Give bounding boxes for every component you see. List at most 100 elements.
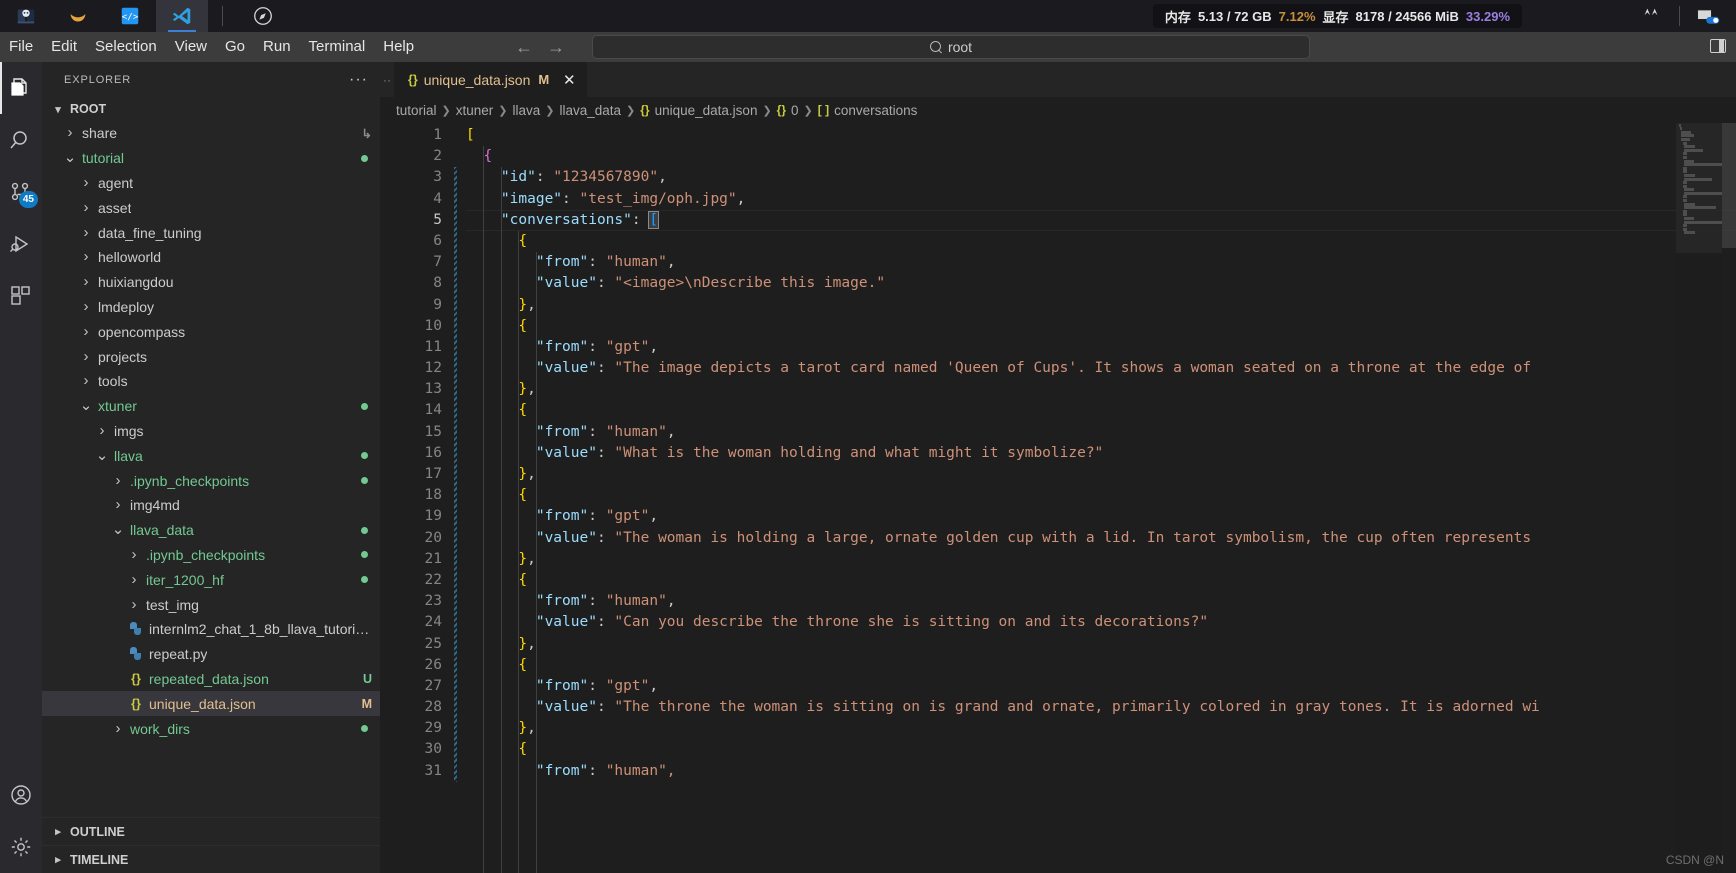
explorer-root-section[interactable]: ▾ ROOT	[42, 97, 380, 121]
app-icon-moon[interactable]	[52, 0, 104, 32]
breadcrumb-segment[interactable]: llava	[513, 103, 541, 118]
tree-item-asset[interactable]: › asset	[42, 195, 380, 220]
outline-section-header[interactable]: ▸ OUTLINE	[42, 817, 380, 845]
tree-item-tools[interactable]: › tools	[42, 369, 380, 394]
breadcrumb-segment[interactable]: llava_data	[559, 103, 621, 118]
code-line[interactable]: "from": "human",	[466, 761, 1736, 782]
code-line[interactable]: "value": "Can you describe the throne sh…	[466, 612, 1736, 633]
tree-item-projects[interactable]: › projects	[42, 344, 380, 369]
code-line[interactable]: {	[466, 570, 1736, 591]
sidebar-item-extensions[interactable]	[0, 270, 42, 322]
code-line[interactable]: "conversations": [	[466, 209, 1736, 231]
tree-item-imgs[interactable]: › imgs	[42, 419, 380, 444]
code-line[interactable]: },	[466, 295, 1736, 316]
tree-item-helloworld[interactable]: › helloworld	[42, 245, 380, 270]
code-line[interactable]: "value": "The image depicts a tarot card…	[466, 358, 1736, 379]
tree-item-agent[interactable]: › agent	[42, 171, 380, 196]
breadcrumb-segment[interactable]: xtuner	[456, 103, 494, 118]
sidebar-item-search[interactable]	[0, 114, 42, 166]
code-line[interactable]: "from": "human",	[466, 252, 1736, 273]
tree-item-lmdeploy[interactable]: › lmdeploy	[42, 295, 380, 320]
code-editor[interactable]: 1 2 3 4 5 6 7 8 9 10 11 12 13 14 15 16 17 18 19 20 21 22 23 24 2…	[380, 123, 1736, 873]
code-line[interactable]: {	[466, 400, 1736, 421]
code-line[interactable]: {	[466, 739, 1736, 760]
close-icon[interactable]: ✕	[561, 71, 577, 89]
code-line[interactable]: "value": "The throne the woman is sittin…	[466, 697, 1736, 718]
tree-item-unique-data-json[interactable]: {} unique_data.json M	[42, 691, 380, 717]
menu-view[interactable]: View	[166, 32, 216, 62]
app-icon-book[interactable]	[0, 0, 52, 32]
code-line[interactable]: },	[466, 718, 1736, 739]
breadcrumb-segment[interactable]: conversations	[834, 103, 917, 118]
explorer-more-actions-icon[interactable]: ···	[349, 71, 368, 87]
code-line[interactable]: "from": "gpt",	[466, 337, 1736, 358]
code-line[interactable]: {	[466, 231, 1736, 252]
menu-help[interactable]: Help	[374, 32, 423, 62]
sidebar-item-source-control[interactable]: 45	[0, 166, 42, 218]
tree-item-repeat-py[interactable]: repeat.py	[42, 642, 380, 667]
minimap-slider[interactable]	[1676, 123, 1722, 253]
editor-vertical-scrollbar[interactable]	[1722, 123, 1736, 873]
tree-item-repeated-data-json[interactable]: {} repeated_data.json U	[42, 667, 380, 692]
editor-tab-unique-data-json[interactable]: {} unique_data.json M ✕	[394, 62, 588, 97]
tree-item-work-dirs[interactable]: › work_dirs	[42, 716, 380, 741]
accounts-button[interactable]	[0, 769, 42, 821]
code-content[interactable]: [ { "id": "1234567890", "image": "test_i…	[466, 123, 1736, 873]
tree-item-xtuner[interactable]: ⌄ xtuner	[42, 394, 380, 419]
menu-selection[interactable]: Selection	[86, 32, 166, 62]
menu-edit[interactable]: Edit	[42, 32, 86, 62]
code-line[interactable]: {	[466, 316, 1736, 337]
code-line[interactable]: "from": "human",	[466, 591, 1736, 612]
code-line[interactable]: "from": "human",	[466, 422, 1736, 443]
code-line[interactable]: "image": "test_img/oph.jpg",	[466, 189, 1736, 210]
breadcrumb-segment[interactable]: unique_data.json	[655, 103, 758, 118]
manage-settings-button[interactable]	[0, 821, 42, 873]
code-line[interactable]: {	[466, 655, 1736, 676]
tree-item-tutorial[interactable]: ⌄ tutorial	[42, 146, 380, 171]
code-line[interactable]: },	[466, 464, 1736, 485]
code-line[interactable]: "value": "What is the woman holding and …	[466, 443, 1736, 464]
code-line[interactable]: "id": "1234567890",	[466, 167, 1736, 188]
tree-item-test-img[interactable]: › test_img	[42, 592, 380, 617]
code-line[interactable]: "from": "gpt",	[466, 506, 1736, 527]
sidebar-item-explorer[interactable]	[0, 62, 42, 114]
code-line[interactable]: "value": "<image>\nDescribe this image."	[466, 273, 1736, 294]
code-line[interactable]: [	[466, 125, 1736, 146]
tree-item-iter-1200-hf[interactable]: › iter_1200_hf	[42, 567, 380, 592]
timeline-section-header[interactable]: ▸ TIMELINE	[42, 845, 380, 873]
menu-file[interactable]: File	[0, 32, 42, 62]
tree-item-internlm2-chat-1-8b-llava-tutorial-fool-[interactable]: internlm2_chat_1_8b_llava_tutorial_fool.…	[42, 617, 380, 642]
screencast-toggle-icon[interactable]	[1680, 0, 1736, 32]
tree-item-huixiangdou[interactable]: › huixiangdou	[42, 270, 380, 295]
app-icon-vscode[interactable]	[156, 0, 208, 32]
app-icon-compass[interactable]	[237, 0, 289, 32]
command-center[interactable]: root	[592, 35, 1310, 59]
tree-item-llava[interactable]: ⌄ llava	[42, 443, 380, 468]
menu-run[interactable]: Run	[254, 32, 300, 62]
code-line[interactable]: {	[466, 146, 1736, 167]
tree-item--ipynb-checkpoints[interactable]: › .ipynb_checkpoints	[42, 543, 380, 568]
tree-item-img4md[interactable]: › img4md	[42, 493, 380, 518]
breadcrumb-segment[interactable]: 0	[791, 103, 799, 118]
code-line[interactable]: "from": "gpt",	[466, 676, 1736, 697]
sidebar-item-run-debug[interactable]	[0, 218, 42, 270]
code-line[interactable]: },	[466, 634, 1736, 655]
tree-item-data-fine-tuning[interactable]: › data_fine_tuning	[42, 220, 380, 245]
minimap[interactable]	[1676, 123, 1722, 873]
scrollbar-thumb[interactable]	[1722, 123, 1736, 248]
menu-terminal[interactable]: Terminal	[300, 32, 375, 62]
code-line[interactable]: },	[466, 549, 1736, 570]
code-line[interactable]: "value": "The woman is holding a large, …	[466, 528, 1736, 549]
tree-item--ipynb-checkpoints[interactable]: › .ipynb_checkpoints	[42, 468, 380, 493]
code-line[interactable]: },	[466, 379, 1736, 400]
tab-overflow-icon[interactable]: ··	[380, 62, 394, 97]
go-back-icon[interactable]: ←	[515, 37, 533, 58]
menu-go[interactable]: Go	[216, 32, 254, 62]
breadcrumb-segment[interactable]: tutorial	[396, 103, 437, 118]
tree-item-opencompass[interactable]: › opencompass	[42, 319, 380, 344]
go-forward-icon[interactable]: →	[547, 37, 565, 58]
tree-item-llava-data[interactable]: ⌄ llava_data	[42, 518, 380, 543]
network-upload-icon[interactable]	[1623, 0, 1679, 32]
app-icon-code-brackets[interactable]: </>	[104, 0, 156, 32]
toggle-panel-layout-icon[interactable]	[1710, 39, 1726, 53]
